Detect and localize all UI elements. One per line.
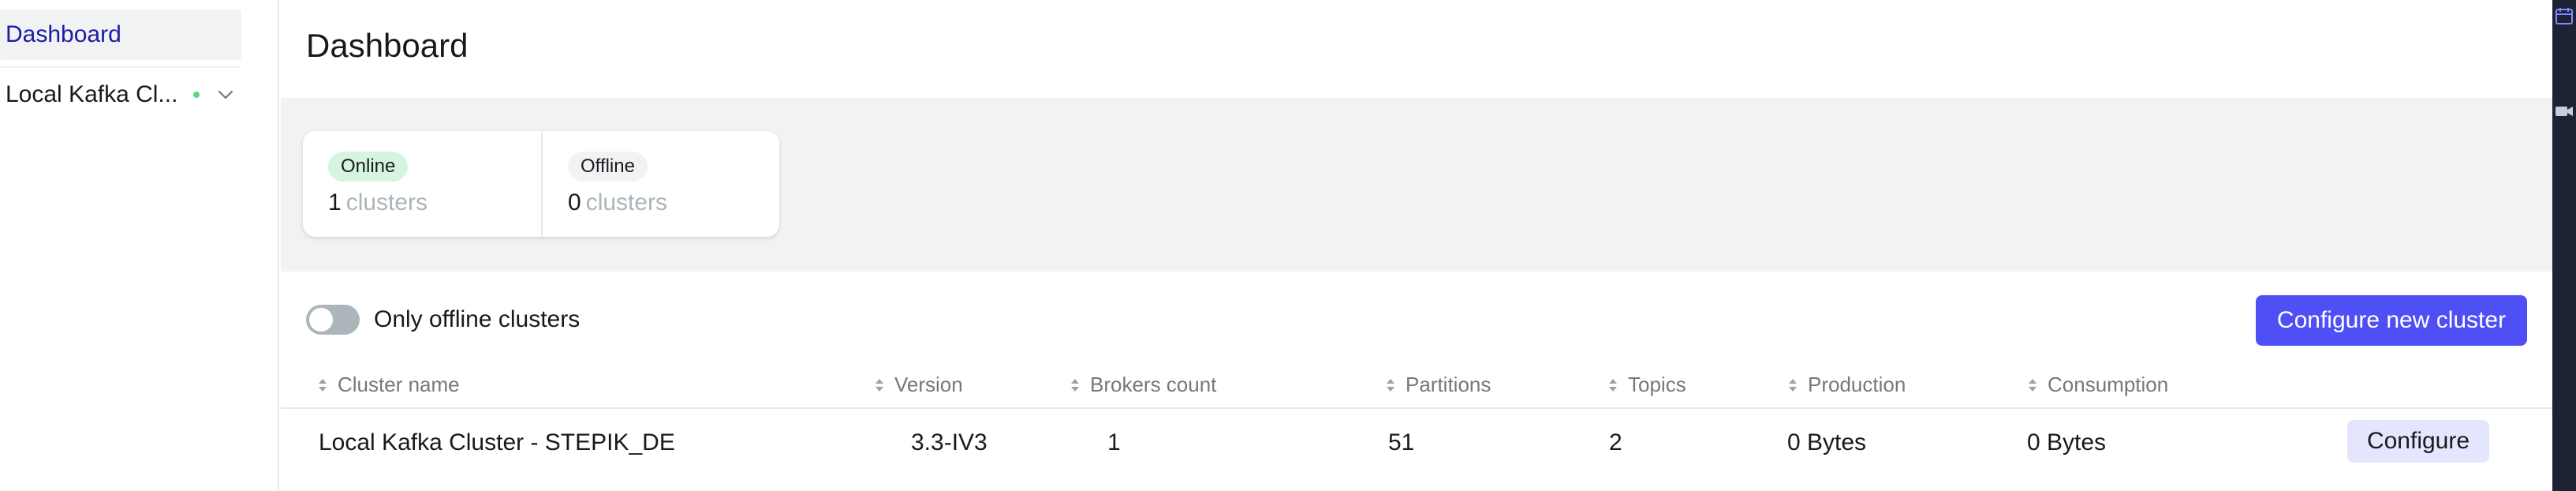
column-header-label: Topics	[1628, 373, 1686, 396]
cell-topics: 2	[1609, 429, 1622, 455]
status-badge-offline: Offline	[568, 152, 648, 182]
offline-filter: Only offline clusters	[306, 305, 580, 335]
column-header-version[interactable]: Version	[874, 373, 963, 397]
side-panel-strip	[2552, 0, 2576, 491]
chevron-down-icon[interactable]	[217, 86, 234, 103]
column-header-topics[interactable]: Topics	[1607, 373, 1686, 397]
toggle-knob	[309, 308, 333, 332]
app-window: Dashboard Local Kafka Cl... Dashboard On…	[0, 0, 2576, 491]
column-header-label: Partitions	[1406, 373, 1491, 396]
sort-icon	[1607, 377, 1618, 394]
sidebar-divider	[0, 66, 241, 68]
sort-icon	[1070, 377, 1081, 394]
calendar-icon[interactable]	[2552, 5, 2576, 28]
cell-partitions: 51	[1388, 429, 1415, 455]
metric-count: 0	[568, 189, 581, 216]
status-badge-online: Online	[328, 152, 409, 182]
sort-icon	[874, 377, 885, 394]
cell-version: 3.3-IV3	[911, 429, 987, 455]
metric-unit: clusters	[585, 189, 668, 216]
column-header-label: Version	[894, 373, 963, 396]
main-content: Dashboard Online 1 clusters Offline 0 clus…	[281, 0, 2552, 491]
page-title: Dashboard	[306, 27, 469, 64]
column-header-cluster-name[interactable]: Cluster name	[317, 373, 460, 397]
table-row: Local Kafka Cluster - STEPIK_DE 3.3-IV3 …	[281, 410, 2552, 475]
column-header-partitions[interactable]: Partitions	[1385, 373, 1491, 397]
metric-online: Online 1 clusters	[303, 131, 541, 237]
sort-icon	[1787, 377, 1798, 394]
metric-offline: Offline 0 clusters	[541, 131, 779, 237]
column-header-label: Consumption	[2048, 373, 2169, 396]
toggle-label: Only offline clusters	[374, 306, 581, 332]
status-dot-icon	[193, 92, 200, 98]
sidebar-item-label: Local Kafka Cl...	[6, 81, 178, 107]
column-header-brokers-count[interactable]: Brokers count	[1070, 373, 1216, 397]
cell-cluster-name[interactable]: Local Kafka Cluster - STEPIK_DE	[319, 429, 675, 456]
table-header: Cluster name Version Brokers count Parti…	[281, 368, 2552, 409]
column-header-production[interactable]: Production	[1787, 373, 1906, 397]
sidebar: Dashboard Local Kafka Cl...	[0, 0, 279, 491]
sidebar-item-dashboard[interactable]: Dashboard	[0, 9, 241, 60]
configure-cluster-button[interactable]: Configure	[2347, 420, 2489, 463]
sidebar-item-cluster[interactable]: Local Kafka Cl...	[0, 71, 241, 118]
video-icon[interactable]	[2552, 99, 2576, 123]
sort-icon	[2027, 377, 2038, 394]
column-header-label: Brokers count	[1090, 373, 1217, 396]
metric-unit: clusters	[345, 189, 428, 216]
cell-brokers-count: 1	[1107, 429, 1121, 455]
cell-consumption: 0 Bytes	[2027, 429, 2107, 455]
offline-toggle[interactable]	[306, 305, 360, 335]
sort-icon	[317, 377, 328, 394]
column-header-label: Cluster name	[338, 373, 460, 396]
configure-new-cluster-button[interactable]: Configure new cluster	[2256, 295, 2527, 346]
metric-value: 1 clusters	[328, 189, 541, 216]
metrics-group: Online 1 clusters Offline 0 clusters	[303, 131, 779, 237]
metric-count: 1	[328, 189, 342, 216]
sidebar-item-label: Dashboard	[6, 21, 121, 47]
metric-value: 0 clusters	[568, 189, 779, 216]
cluster-summary: Online 1 clusters Offline 0 clusters	[281, 98, 2552, 272]
cell-production: 0 Bytes	[1787, 429, 1867, 455]
sort-icon	[1385, 377, 1396, 394]
column-header-label: Production	[1808, 373, 1906, 396]
column-header-consumption[interactable]: Consumption	[2027, 373, 2168, 397]
